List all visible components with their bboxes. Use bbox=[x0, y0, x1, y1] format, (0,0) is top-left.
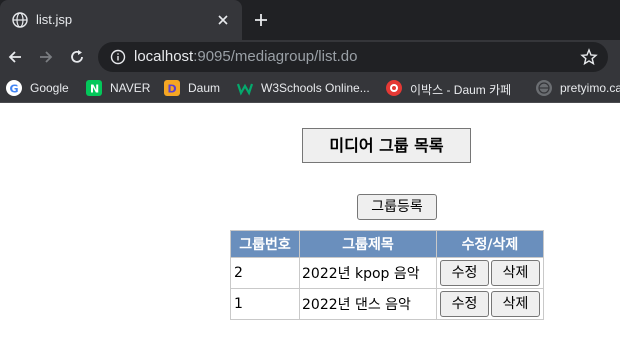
back-arrow-icon[interactable] bbox=[6, 48, 24, 66]
edit-button[interactable]: 수정 bbox=[440, 291, 489, 317]
svg-text:D: D bbox=[168, 83, 177, 96]
new-tab-plus-icon[interactable] bbox=[253, 12, 269, 28]
globe-icon bbox=[12, 12, 28, 28]
svg-text:G: G bbox=[10, 83, 19, 96]
bookmark-star-icon[interactable] bbox=[580, 48, 598, 66]
naver-icon: N bbox=[86, 80, 102, 96]
browser-toolbar: localhost:9095/mediagroup/list.do bbox=[0, 40, 620, 73]
delete-button[interactable]: 삭제 bbox=[491, 260, 540, 286]
row-actions: 수정 삭제 bbox=[436, 288, 544, 320]
table-row: 2 2022년 kpop 음악 수정 삭제 bbox=[230, 257, 544, 289]
url-text[interactable]: localhost:9095/mediagroup/list.do bbox=[134, 48, 357, 65]
daum-icon: D bbox=[164, 80, 180, 96]
globe-icon bbox=[536, 80, 552, 96]
group-title: 2022년 댄스 음악 bbox=[299, 288, 437, 320]
address-bar[interactable]: localhost:9095/mediagroup/list.do bbox=[98, 42, 608, 72]
header-group-title: 그룹제목 bbox=[299, 230, 437, 258]
page-content: 미디어 그룹 목록 그룹등록 그룹번호 그룹제목 수정/삭제 2 2022년 k… bbox=[0, 104, 620, 340]
close-icon[interactable] bbox=[216, 13, 230, 27]
reload-icon[interactable] bbox=[68, 48, 86, 66]
browser-tab[interactable]: list.jsp bbox=[0, 0, 242, 40]
info-icon[interactable] bbox=[110, 49, 126, 65]
row-actions: 수정 삭제 bbox=[436, 257, 544, 289]
svg-text:N: N bbox=[90, 83, 99, 96]
tab-title: list.jsp bbox=[36, 12, 73, 27]
page-title: 미디어 그룹 목록 bbox=[302, 128, 471, 163]
group-number: 2 bbox=[230, 257, 300, 289]
delete-button[interactable]: 삭제 bbox=[491, 291, 540, 317]
google-icon: G bbox=[6, 80, 22, 96]
url-path: :9095/mediagroup/list.do bbox=[193, 48, 358, 65]
bookmarks-bar: G Google N NAVER D Daum W3Schools Online… bbox=[0, 73, 620, 103]
forward-arrow-icon[interactable] bbox=[37, 48, 55, 66]
browser-tabstrip: list.jsp bbox=[0, 0, 620, 40]
group-table: 그룹번호 그룹제목 수정/삭제 2 2022년 kpop 음악 수정 삭제 1 2… bbox=[230, 230, 544, 320]
header-group-number: 그룹번호 bbox=[230, 230, 300, 258]
cafe-icon bbox=[386, 80, 402, 96]
url-host: localhost bbox=[134, 48, 194, 65]
group-number: 1 bbox=[230, 288, 300, 320]
group-title: 2022년 kpop 음악 bbox=[299, 257, 437, 289]
group-register-button[interactable]: 그룹등록 bbox=[357, 194, 437, 220]
table-header-row: 그룹번호 그룹제목 수정/삭제 bbox=[230, 230, 544, 258]
edit-button[interactable]: 수정 bbox=[440, 260, 489, 286]
header-edit-delete: 수정/삭제 bbox=[436, 230, 544, 258]
table-row: 1 2022년 댄스 음악 수정 삭제 bbox=[230, 288, 544, 320]
w3schools-icon bbox=[236, 80, 254, 96]
